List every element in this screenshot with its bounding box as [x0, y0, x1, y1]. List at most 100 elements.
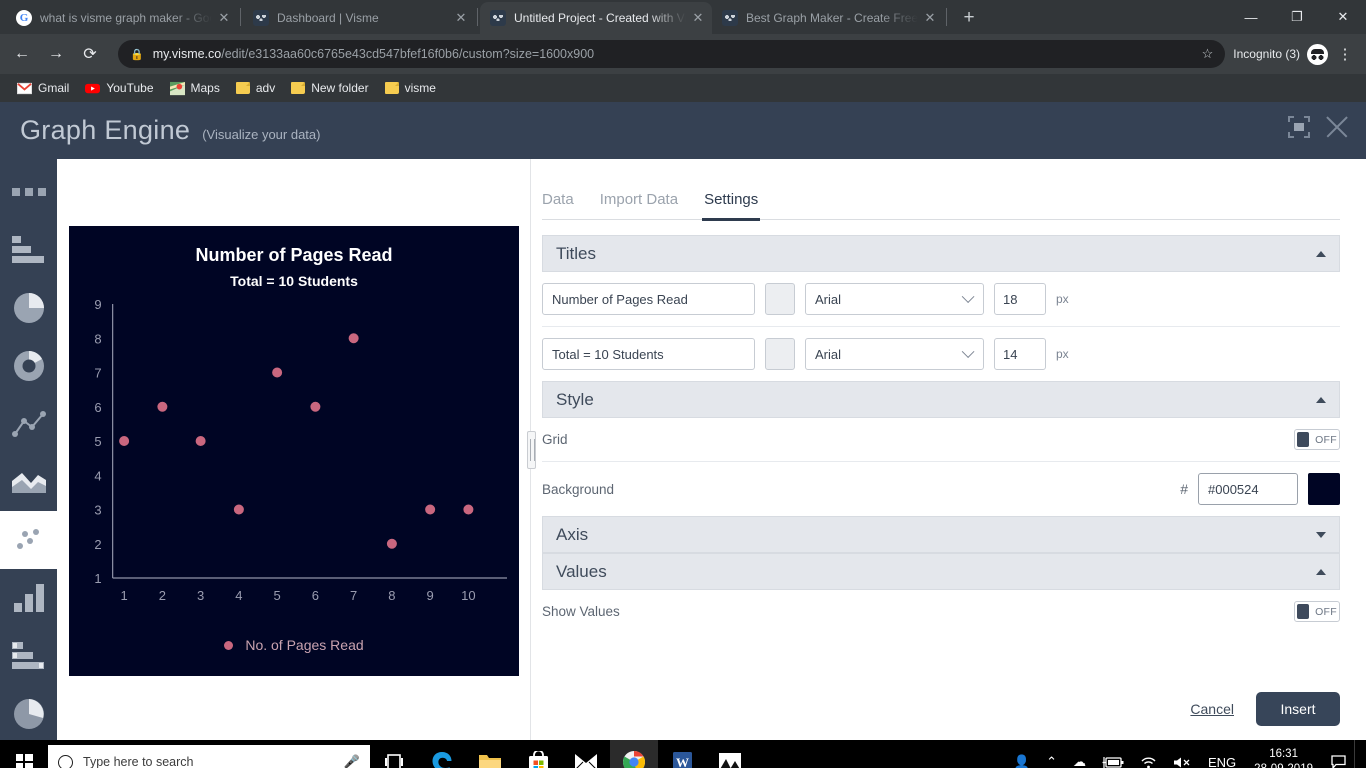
bookmark-maps[interactable]: Maps — [163, 78, 227, 99]
chevron-up-icon[interactable] — [1316, 250, 1326, 257]
people-icon[interactable]: 👤 — [1006, 740, 1038, 768]
tab-close-icon[interactable]: ✕ — [453, 10, 469, 26]
chart-type-pie-2[interactable] — [0, 685, 57, 743]
tab-settings[interactable]: Settings — [702, 191, 761, 221]
close-icon[interactable] — [1322, 112, 1352, 142]
bookmark-gmail[interactable]: Gmail — [10, 78, 76, 99]
onedrive-icon[interactable]: ☁ — [1065, 740, 1094, 768]
volume-muted-icon[interactable] — [1165, 740, 1200, 768]
grid-toggle[interactable]: OFF — [1294, 429, 1340, 450]
bookmark-new-folder[interactable]: New folder — [284, 78, 375, 98]
taskbar-clock[interactable]: 16:31 28-09-2019 — [1244, 747, 1323, 768]
bookmark-star-icon[interactable]: ☆ — [1202, 46, 1214, 62]
section-axis-header[interactable]: Axis — [542, 516, 1340, 553]
browser-tab-active[interactable]: Untitled Project - Created with Vi ✕ — [480, 2, 712, 34]
chart-type-pie[interactable] — [0, 279, 57, 337]
column-chart-icon — [13, 584, 44, 612]
chevron-down-icon[interactable] — [1316, 531, 1326, 538]
taskbar-search[interactable]: Type here to search 🎤 — [48, 745, 370, 768]
microsoft-store-button[interactable] — [514, 740, 562, 768]
tab-close-icon[interactable]: ✕ — [216, 10, 232, 26]
incognito-indicator[interactable]: Incognito (3) — [1233, 43, 1328, 65]
browser-tab[interactable]: G what is visme graph maker - Goo ✕ — [6, 2, 238, 34]
microphone-icon[interactable]: 🎤 — [344, 754, 360, 768]
insert-button[interactable]: Insert — [1256, 692, 1340, 726]
system-tray: 👤 ⌃ ☁ ENG 16:31 2 — [1006, 740, 1366, 768]
subtitle-text-input[interactable]: Total = 10 Students — [542, 338, 755, 370]
show-values-toggle[interactable]: OFF — [1294, 601, 1340, 622]
file-explorer-button[interactable] — [466, 740, 514, 768]
browser-tab[interactable]: Best Graph Maker - Create Free G ✕ — [712, 2, 944, 34]
forward-button[interactable]: → — [42, 40, 70, 68]
title-font-select[interactable]: Arial — [805, 283, 984, 315]
chart-title: Number of Pages Read — [195, 245, 393, 265]
tab-close-icon[interactable]: ✕ — [922, 10, 938, 26]
bookmark-youtube[interactable]: YouTube — [78, 78, 160, 99]
app-body: Number of Pages Read Total = 10 Students… — [0, 159, 1366, 740]
subtitle-color-swatch[interactable] — [765, 338, 795, 370]
background-color-swatch[interactable] — [1308, 473, 1340, 505]
bookmark-label: adv — [255, 81, 276, 95]
visme-icon — [490, 10, 506, 26]
title-text-input[interactable]: Number of Pages Read — [542, 283, 755, 315]
back-button[interactable]: ← — [8, 40, 36, 68]
tab-title: what is visme graph maker - Goo — [40, 11, 212, 25]
section-style-header[interactable]: Style — [542, 381, 1340, 418]
folder-icon — [384, 82, 399, 94]
chrome-menu-icon[interactable]: ⋮ — [1332, 45, 1358, 63]
title-font-size-input[interactable]: 18 — [994, 283, 1046, 315]
chart-type-donut[interactable] — [0, 337, 57, 395]
browser-tab[interactable]: Dashboard | Visme ✕ — [243, 2, 475, 34]
expand-icon[interactable] — [1286, 114, 1312, 140]
battery-charging-icon[interactable] — [1094, 740, 1132, 768]
dots-row-icon — [11, 188, 46, 196]
tab-data[interactable]: Data — [542, 191, 574, 219]
new-tab-button[interactable]: + — [955, 4, 983, 32]
background-hex-input[interactable]: #000524 — [1198, 473, 1298, 505]
mail-button[interactable] — [562, 740, 610, 768]
cancel-button[interactable]: Cancel — [1190, 701, 1234, 717]
incognito-icon — [1307, 43, 1328, 65]
chart-type-area[interactable] — [0, 453, 57, 511]
window-close-button[interactable]: ✕ — [1320, 0, 1366, 34]
windows-taskbar: Type here to search 🎤 W 👤 ⌃ ☁ ENG 16:31 — [0, 740, 1366, 768]
notification-icon[interactable] — [1323, 740, 1354, 768]
chrome-button[interactable] — [610, 740, 658, 768]
word-button[interactable]: W — [658, 740, 706, 768]
chart-type-line[interactable] — [0, 395, 57, 453]
bookmark-label: YouTube — [106, 81, 154, 95]
subtitle-size-unit: px — [1056, 347, 1069, 361]
tab-import-data[interactable]: Import Data — [600, 191, 678, 219]
chart-type-horizontal-bar[interactable] — [0, 221, 57, 279]
subtitle-font-select[interactable]: Arial — [805, 338, 984, 370]
chart-type-horizontal-bar-2[interactable] — [0, 627, 57, 685]
photos-button[interactable] — [706, 740, 754, 768]
tab-close-icon[interactable]: ✕ — [690, 10, 706, 26]
show-hidden-icons-chevron[interactable]: ⌃ — [1038, 740, 1065, 768]
chevron-up-icon[interactable] — [1316, 568, 1326, 575]
bookmark-adv[interactable]: adv — [229, 78, 282, 98]
chart-type-dots-row[interactable] — [0, 163, 57, 221]
bookmark-visme[interactable]: visme — [378, 78, 443, 98]
address-bar[interactable]: 🔒 my.visme.co /edit/e3133aa60c6765e43cd5… — [118, 40, 1226, 68]
chart-preview[interactable]: Number of Pages Read Total = 10 Students… — [69, 226, 519, 676]
svg-text:4: 4 — [94, 468, 101, 483]
start-button[interactable] — [0, 740, 48, 768]
language-indicator[interactable]: ENG — [1200, 740, 1244, 768]
reload-button[interactable]: ⟳ — [76, 40, 104, 68]
task-view-button[interactable] — [370, 740, 418, 768]
title-color-swatch[interactable] — [765, 283, 795, 315]
gmail-icon — [17, 82, 32, 94]
show-desktop-button[interactable] — [1354, 740, 1362, 768]
maximize-button[interactable]: ❐ — [1274, 0, 1320, 34]
wifi-icon[interactable] — [1132, 740, 1165, 768]
splitter-grip[interactable] — [526, 430, 536, 469]
chart-type-scatter[interactable] — [0, 511, 57, 569]
chart-type-column[interactable] — [0, 569, 57, 627]
section-values-header[interactable]: Values — [542, 553, 1340, 590]
minimize-button[interactable]: — — [1228, 0, 1274, 34]
subtitle-font-size-input[interactable]: 14 — [994, 338, 1046, 370]
edge-button[interactable] — [418, 740, 466, 768]
section-titles-header[interactable]: Titles — [542, 235, 1340, 272]
chevron-up-icon[interactable] — [1316, 396, 1326, 403]
